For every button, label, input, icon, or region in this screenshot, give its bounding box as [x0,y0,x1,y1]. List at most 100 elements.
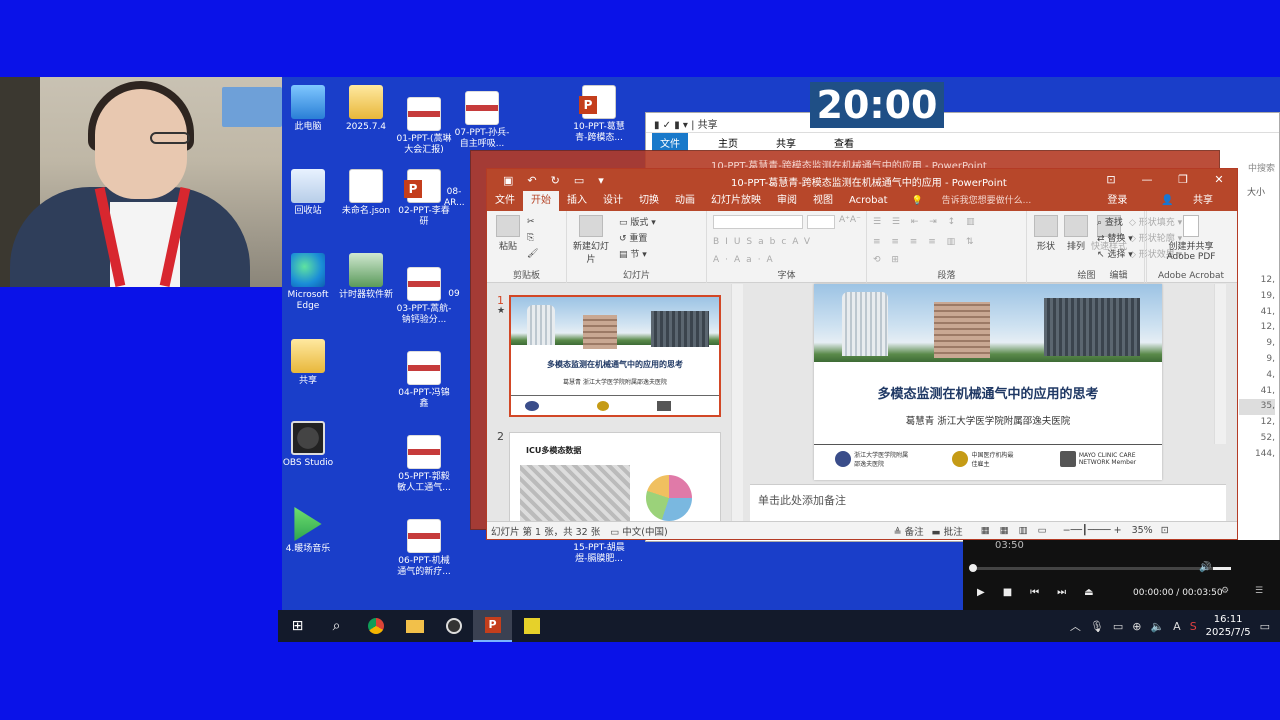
tab-acrobat[interactable]: Acrobat [841,191,896,211]
cut-icon[interactable]: ✂ [527,217,535,227]
seek-handle[interactable] [969,564,977,572]
taskbar-explorer[interactable] [395,610,434,642]
desktop-icon-09[interactable]: 09 [444,289,464,300]
play-icon[interactable]: ▶ [977,587,985,598]
fit-window-icon[interactable]: ⊡ [1161,525,1169,536]
slide-subtitle[interactable]: 葛慧青 浙江大学医学院附属邵逸夫医院 [814,413,1162,427]
tab-file[interactable]: 文件 [487,191,523,211]
desktop-icon-ppt-01[interactable]: 01-PPT-(蒿琳大会汇报) [394,97,454,156]
taskbar-obs[interactable] [434,610,473,642]
desktop-icon-mp3[interactable]: 4.暖场音乐 [278,507,338,555]
notes-pane[interactable]: 单击此处添加备注 [750,484,1226,523]
zoom-level[interactable]: 35% [1132,525,1153,536]
new-slide-button[interactable]: 新建幻灯片 [569,215,613,265]
security-icon[interactable]: S [1190,620,1197,633]
zoom-slider[interactable]: −──┃──── + [1063,525,1122,536]
close-button[interactable]: ✕ [1201,169,1237,191]
replace-button[interactable]: ⇄ 替换 ▾ [1097,231,1133,244]
taskbar-timer-app[interactable] [512,610,551,642]
tab-animations[interactable]: 动画 [667,191,703,211]
previous-icon[interactable]: ⏮ [1030,587,1039,598]
notes-toggle[interactable]: ≜ 备注 [894,524,924,538]
text-direction-icons[interactable]: ⟲ ⊞ [873,255,903,265]
tab-transitions[interactable]: 切换 [631,191,667,211]
explorer-tab-view[interactable]: 查看 [826,133,862,151]
desktop-icon-json[interactable]: 未命名.json [336,169,396,217]
explorer-tab-file[interactable]: 文件 [652,133,688,151]
editor-scrollbar[interactable] [1214,284,1226,444]
save-icon[interactable]: ▣ [503,174,513,187]
powerpoint-window[interactable]: ▣ ↶ ↻ ▭ ▾ 10-PPT-葛慧青-跨模态监测在机械通气中的应用 - Po… [486,168,1238,540]
tab-slideshow[interactable]: 幻灯片放映 [703,191,769,211]
layout-button[interactable]: ▭ 版式 ▾ [619,215,656,228]
network-icon[interactable]: ▭ [1113,620,1123,633]
slide-thumbnail-1[interactable]: 多模态监测在机械通气中的应用的思考 葛慧青 浙江大学医学院附属邵逸夫医院 [509,295,721,417]
tab-review[interactable]: 审阅 [769,191,805,211]
tab-home[interactable]: 开始 [523,191,559,211]
explorer-size-column[interactable]: 大小 [1247,185,1265,198]
list-icons[interactable]: ☰ ☰ ⇤ ⇥ ↕ ▥ [873,217,979,227]
format-painter-icon[interactable]: 🖌 [527,249,538,259]
redo-icon[interactable]: ↻ [551,174,560,187]
align-icons[interactable]: ≡ ≡ ≡ ≡ ▥ ⇅ [873,237,978,247]
media-player[interactable]: 03:50 🔊 ▶ ■ ⏮ ⏭ ⏏ 00:00:00 / 00:03:50 ⚙ … [963,540,1280,610]
tab-design[interactable]: 设计 [595,191,631,211]
login-link[interactable]: 登录 [1099,191,1135,211]
select-button[interactable]: ↖ 选择 ▾ [1097,247,1133,260]
globe-icon[interactable]: ⊕ [1132,620,1141,633]
desktop-icon-ppt-04[interactable]: 04-PPT-冯锦鑫 [394,351,454,410]
ime-icon[interactable]: A [1173,620,1181,633]
speaker-icon[interactable]: 🔈 [1150,620,1164,633]
explorer-search-hint[interactable]: 中搜索 [1248,161,1275,174]
slide-thumbnail-2[interactable]: ICU多模态数据 [509,432,721,523]
desktop-icon-edge[interactable]: Microsoft Edge [278,253,338,312]
maximize-button[interactable]: ❐ [1165,169,1201,191]
seek-bar[interactable] [973,567,1223,570]
taskbar-chrome[interactable] [356,610,395,642]
customize-qa-icon[interactable]: ▾ [598,174,604,187]
notification-icon[interactable]: ▭ [1260,620,1270,633]
undo-icon[interactable]: ↶ [527,174,536,187]
create-share-pdf-button[interactable]: 创建并共享 Adobe PDF [1155,215,1227,262]
clock[interactable]: 16:11 2025/7/5 [1206,613,1251,639]
explorer-tab-home[interactable]: 主页 [710,133,746,151]
ribbon-display-icon[interactable]: ⊡ [1093,169,1129,191]
current-slide[interactable]: 多模态监测在机械通气中的应用的思考 葛慧青 浙江大学医学院附属邵逸夫医院 浙江大… [814,284,1162,480]
slideshow-icon[interactable]: ▭ [574,174,584,187]
minimize-button[interactable]: — [1129,169,1165,191]
microphone-icon[interactable]: 🎙 [1090,620,1104,633]
start-button[interactable]: ⊞ [278,610,317,642]
desktop-icon-folder[interactable]: 2025.7.4 [336,85,396,133]
font-name-select[interactable] [713,215,803,229]
find-button[interactable]: ⌕ 查找 [1097,215,1123,228]
desktop-icon-ppt-10[interactable]: 10-PPT-葛慧青-跨模态... [569,85,629,144]
slide-title[interactable]: 多模态监测在机械通气中的应用的思考 [814,383,1162,402]
desktop-icon-ppt-15[interactable]: 15-PPT-胡晨煜-膈膜肥... [569,543,629,565]
taskbar-powerpoint[interactable]: P [473,610,512,642]
tell-me-search[interactable]: 💡 告诉我您想要做什么... [896,191,1048,211]
desktop-icon-ppt-06[interactable]: 06-PPT-机械通气的新疗... [394,519,454,578]
font-size-select[interactable] [807,215,835,229]
eject-icon[interactable]: ⏏ [1084,587,1093,598]
desktop-icon-ppt-05[interactable]: 05-PPT-郭毅敏人工通气... [394,435,454,494]
desktop-icon-obs[interactable]: OBS Studio [278,421,338,469]
language-status[interactable]: ▭ 中文(中国) [610,524,667,538]
copy-icon[interactable]: ⎘ [527,233,534,243]
font-color-icons[interactable]: A·Aa·A [713,255,779,265]
volume-slider[interactable] [1213,567,1231,570]
reset-button[interactable]: ↺ 重置 [619,231,647,244]
desktop-icon-timer[interactable]: 计时器软件新 [336,253,396,301]
thumbnail-scrollbar[interactable] [731,284,743,523]
desktop-icon-this-pc[interactable]: 此电脑 [278,85,338,133]
settings-icon[interactable]: ⚙ [1221,586,1229,596]
stop-icon[interactable]: ■ [1003,587,1012,598]
comments-toggle[interactable]: ▬ 批注 [932,524,963,538]
paste-button[interactable]: 粘贴 [491,215,525,252]
section-button[interactable]: ▤ 节 ▾ [619,247,647,260]
desktop-icon-recycle-bin[interactable]: 回收站 [278,169,338,217]
volume-icon[interactable]: 🔊 [1199,562,1211,573]
desktop-icon-ppt-07[interactable]: 07-PPT-孙兵-自主呼吸... [452,91,512,150]
menu-icon[interactable]: ☰ [1255,586,1263,596]
tab-insert[interactable]: 插入 [559,191,595,211]
next-icon[interactable]: ⏭ [1057,587,1066,598]
